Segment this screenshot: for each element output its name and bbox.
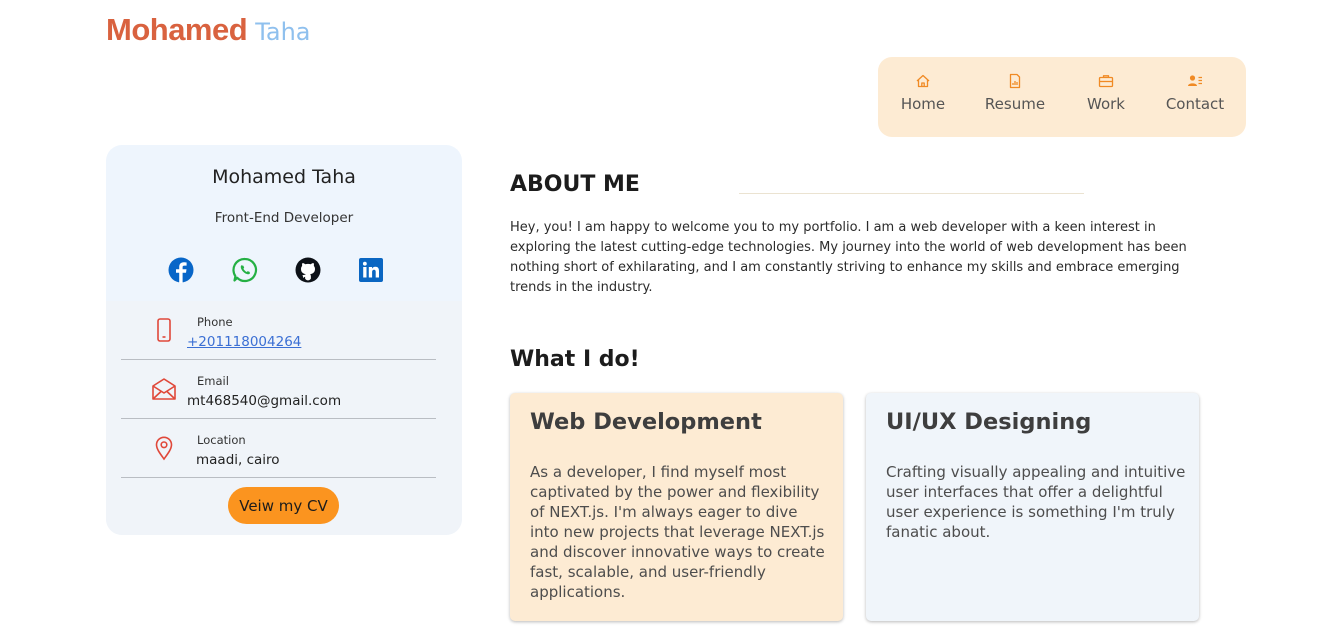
profile-card: Mohamed Taha Front-End Developer Phone +…: [106, 145, 462, 535]
whatsapp-icon: [232, 257, 258, 283]
contact-row-location: Location maadi, cairo: [121, 419, 436, 478]
nav-item-home[interactable]: Home: [878, 73, 968, 113]
brand-logo[interactable]: Mohamed Taha: [106, 12, 311, 48]
github-icon: [295, 257, 321, 283]
nav-item-contact[interactable]: Contact: [1150, 73, 1240, 113]
location-label: Location: [197, 433, 246, 447]
email-label: Email: [197, 374, 229, 388]
linkedin-link[interactable]: [358, 257, 384, 283]
nav-item-work[interactable]: Work: [1061, 73, 1151, 113]
email-value[interactable]: mt468540@gmail.com: [187, 393, 341, 409]
contact-card-icon: [1188, 75, 1202, 86]
service-card-text: As a developer, I find myself most capti…: [530, 463, 825, 601]
about-title: ABOUT ME: [510, 172, 640, 197]
contact-row-email: Email mt468540@gmail.com: [121, 360, 436, 419]
whatsapp-link[interactable]: [232, 257, 258, 283]
document-chart-icon: [1009, 73, 1021, 89]
profile-role: Front-End Developer: [214, 210, 354, 226]
about-divider: [739, 193, 1084, 194]
service-card-title: Web Development: [530, 409, 762, 435]
about-text: Hey, you! I am happy to welcome you to m…: [510, 220, 1187, 295]
location-pin-icon: [151, 435, 177, 461]
view-cv-button[interactable]: Veiw my CV: [228, 487, 339, 524]
brand-first-name: Mohamed: [106, 12, 248, 47]
nav-label-work: Work: [1087, 95, 1125, 113]
service-card-title: UI/UX Designing: [886, 409, 1092, 435]
service-card-ui-ux-designing: UI/UX Designing Crafting visually appeal…: [866, 393, 1199, 621]
nav-label-contact: Contact: [1165, 95, 1225, 113]
service-card-text: Crafting visually appealing and intuitiv…: [886, 463, 1186, 541]
home-icon: [916, 74, 930, 88]
facebook-link[interactable]: [168, 257, 194, 283]
phone-icon: [151, 317, 177, 343]
github-link[interactable]: [295, 257, 321, 283]
profile-name: Mohamed Taha: [212, 166, 356, 188]
brand-last-name: Taha: [255, 18, 311, 46]
contact-row-phone: Phone +201118004264: [121, 301, 436, 360]
service-card-web-development: Web Development As a developer, I find m…: [510, 393, 843, 621]
services-title: What I do!: [510, 347, 640, 372]
nav-label-resume: Resume: [984, 95, 1046, 113]
facebook-icon: [168, 257, 194, 283]
phone-link[interactable]: +201118004264: [187, 334, 301, 350]
briefcase-icon: [1098, 75, 1114, 88]
linkedin-icon: [359, 258, 383, 282]
nav-item-resume[interactable]: Resume: [970, 73, 1060, 113]
phone-label: Phone: [197, 315, 233, 329]
nav-label-home: Home: [900, 95, 946, 113]
location-value: maadi, cairo: [196, 452, 280, 468]
mail-icon: [151, 376, 177, 402]
main-nav: Home Resume Work Contact: [878, 57, 1246, 137]
